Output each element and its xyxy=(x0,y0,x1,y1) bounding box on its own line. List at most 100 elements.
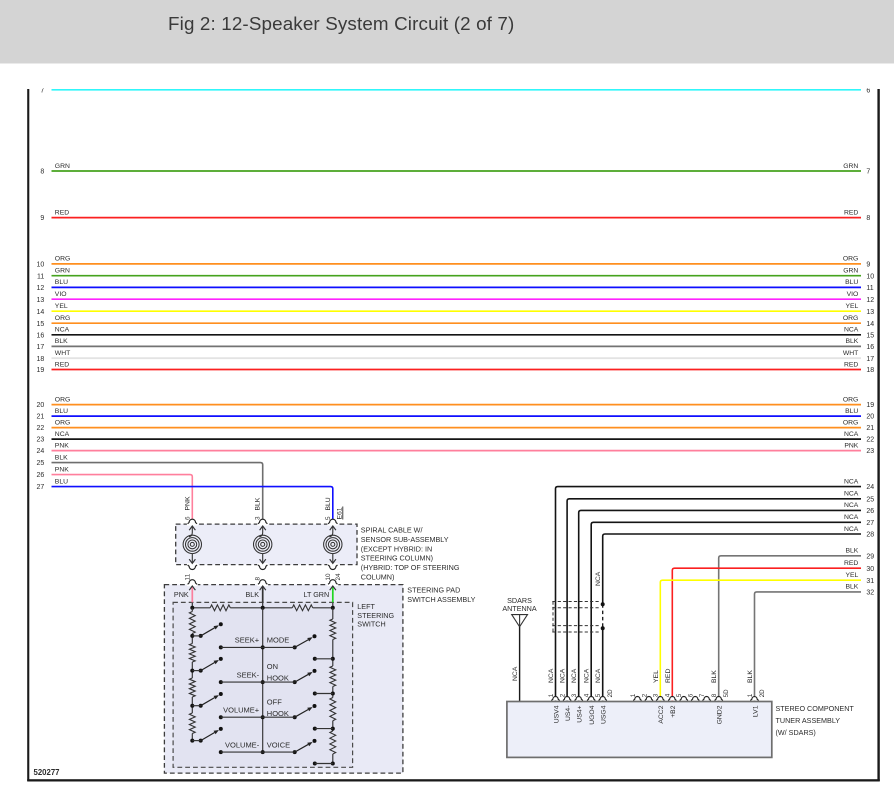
svg-text:VIO: VIO xyxy=(55,291,67,298)
svg-text:STEERING: STEERING xyxy=(357,611,394,620)
svg-text:3: 3 xyxy=(571,693,578,697)
svg-text:GND2: GND2 xyxy=(717,705,724,724)
svg-text:ORG: ORG xyxy=(55,419,70,426)
svg-text:9: 9 xyxy=(40,215,44,222)
svg-text:NCA: NCA xyxy=(571,668,578,683)
svg-text:BLK: BLK xyxy=(246,590,260,599)
svg-text:ORG: ORG xyxy=(843,256,858,263)
svg-text:BLU: BLU xyxy=(845,408,858,415)
svg-text:11: 11 xyxy=(184,573,191,580)
svg-text:PNK: PNK xyxy=(174,590,189,599)
svg-text:ORG: ORG xyxy=(55,396,70,403)
svg-text:YEL: YEL xyxy=(845,303,858,310)
svg-text:NCA: NCA xyxy=(512,666,519,681)
svg-text:MODE: MODE xyxy=(267,636,290,645)
svg-text:26: 26 xyxy=(37,472,45,479)
svg-text:BLK: BLK xyxy=(747,670,754,683)
svg-text:USG4: USG4 xyxy=(601,705,608,724)
svg-text:BLU: BLU xyxy=(55,408,68,415)
svg-text:20: 20 xyxy=(37,402,45,409)
svg-text:4: 4 xyxy=(584,693,591,697)
svg-text:24: 24 xyxy=(335,573,342,581)
svg-text:5: 5 xyxy=(676,693,683,697)
svg-text:RED: RED xyxy=(55,209,69,216)
svg-text:17: 17 xyxy=(866,356,874,363)
svg-text:E61: E61 xyxy=(336,507,343,519)
svg-text:11: 11 xyxy=(37,273,44,280)
svg-text:10: 10 xyxy=(37,262,45,269)
svg-text:27: 27 xyxy=(37,484,45,491)
svg-text:3: 3 xyxy=(255,516,262,520)
svg-text:YEL: YEL xyxy=(55,303,68,310)
svg-text:SWITCH ASSEMBLY: SWITCH ASSEMBLY xyxy=(407,595,475,604)
svg-text:UGO4: UGO4 xyxy=(589,705,596,724)
svg-text:BLU: BLU xyxy=(325,497,332,510)
svg-text:STEERING PAD: STEERING PAD xyxy=(407,586,460,595)
svg-text:13: 13 xyxy=(37,297,45,304)
svg-text:SEEK+: SEEK+ xyxy=(235,636,260,645)
svg-text:2D: 2D xyxy=(759,689,766,697)
svg-text:23: 23 xyxy=(37,437,45,444)
svg-text:32: 32 xyxy=(866,590,874,597)
svg-text:1: 1 xyxy=(630,693,637,697)
svg-text:+B2: +B2 xyxy=(670,705,677,718)
svg-text:7: 7 xyxy=(40,87,44,94)
svg-text:PNK: PNK xyxy=(844,442,858,449)
svg-text:ANTENNA: ANTENNA xyxy=(502,604,537,613)
svg-text:19: 19 xyxy=(37,367,45,374)
svg-text:NCA: NCA xyxy=(55,327,70,334)
svg-text:STEERING COLUMN): STEERING COLUMN) xyxy=(361,554,433,563)
svg-text:ORG: ORG xyxy=(843,419,858,426)
svg-text:BLU: BLU xyxy=(55,279,68,286)
svg-text:28: 28 xyxy=(866,532,874,539)
svg-text:2: 2 xyxy=(560,693,567,697)
svg-text:12: 12 xyxy=(37,285,45,292)
svg-text:NCA: NCA xyxy=(584,668,591,683)
svg-text:5: 5 xyxy=(595,693,602,697)
svg-text:GRN: GRN xyxy=(55,163,70,170)
svg-text:VOLUME-: VOLUME- xyxy=(225,741,260,750)
svg-text:BLK: BLK xyxy=(55,338,68,345)
svg-text:YEL: YEL xyxy=(653,670,660,683)
svg-text:24: 24 xyxy=(866,484,874,491)
svg-text:4: 4 xyxy=(665,693,672,697)
svg-text:RED: RED xyxy=(844,209,858,216)
svg-text:8: 8 xyxy=(866,215,870,222)
svg-text:15: 15 xyxy=(866,332,874,339)
svg-text:21: 21 xyxy=(866,425,874,432)
svg-text:10: 10 xyxy=(325,573,332,581)
svg-text:YEL: YEL xyxy=(845,572,858,579)
svg-text:LT GRN: LT GRN xyxy=(303,590,329,599)
svg-text:25: 25 xyxy=(37,460,45,467)
svg-text:26: 26 xyxy=(866,508,874,515)
svg-text:1: 1 xyxy=(747,693,754,697)
svg-text:WHT: WHT xyxy=(843,350,858,357)
svg-text:VIO: VIO xyxy=(847,291,859,298)
svg-text:NCA: NCA xyxy=(844,502,859,509)
svg-text:STEREO COMPONENT: STEREO COMPONENT xyxy=(776,704,855,713)
svg-text:Fig 2: 12-Speaker System Circu: Fig 2: 12-Speaker System Circuit (2 of 7… xyxy=(168,13,514,34)
svg-text:BLU: BLU xyxy=(845,279,858,286)
svg-text:NCA: NCA xyxy=(595,571,602,586)
svg-text:7: 7 xyxy=(699,693,706,697)
svg-text:15: 15 xyxy=(37,321,45,328)
svg-text:9: 9 xyxy=(866,262,870,269)
svg-text:22: 22 xyxy=(37,425,45,432)
svg-text:2: 2 xyxy=(641,693,648,697)
svg-text:ORG: ORG xyxy=(55,256,70,263)
svg-text:WHT: WHT xyxy=(55,350,70,357)
svg-text:NCA: NCA xyxy=(844,526,859,533)
svg-text:20: 20 xyxy=(866,414,874,421)
svg-text:16: 16 xyxy=(37,332,45,339)
svg-text:NCA: NCA xyxy=(844,491,859,498)
svg-text:17: 17 xyxy=(37,344,45,351)
svg-text:23: 23 xyxy=(866,448,874,455)
svg-text:2D: 2D xyxy=(607,689,614,697)
svg-text:OFF: OFF xyxy=(267,698,282,707)
svg-text:11: 11 xyxy=(866,285,873,292)
svg-text:NCA: NCA xyxy=(595,668,602,683)
svg-text:GRN: GRN xyxy=(55,268,70,275)
svg-text:GRN: GRN xyxy=(843,268,858,275)
svg-text:BLK: BLK xyxy=(55,454,68,461)
svg-text:BLK: BLK xyxy=(845,548,858,555)
